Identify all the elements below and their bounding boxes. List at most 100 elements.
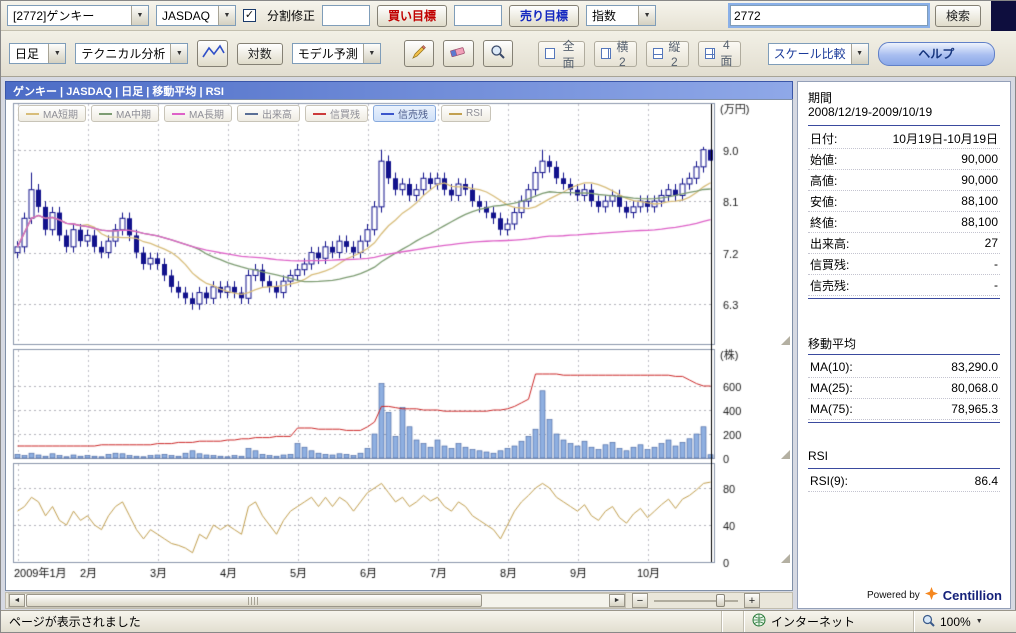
zoom-out-button[interactable]: − (632, 593, 648, 608)
scroll-right-icon[interactable]: ► (609, 594, 625, 607)
zoom-slider-thumb[interactable] (716, 594, 725, 607)
status-zoom-control[interactable]: 100% ▼ (913, 611, 1016, 632)
status-spacer (721, 611, 743, 632)
legend-label: 信売残 (398, 106, 428, 121)
row-value: - (994, 257, 998, 271)
chevron-down-icon[interactable]: ▼ (218, 6, 235, 25)
volume-bars-icon (245, 113, 258, 115)
index-combo[interactable]: 指数 ▼ (586, 5, 656, 26)
layout-vertical2-label: 縦2 (667, 38, 681, 69)
brand-name: Centillion (943, 588, 1002, 603)
pencil-icon (411, 44, 427, 63)
scroll-left-icon[interactable]: ◄ (9, 594, 25, 607)
pane-resize-handle[interactable] (781, 336, 790, 345)
pane-resize-handle[interactable] (781, 450, 790, 459)
zoom-tool-button[interactable] (483, 40, 513, 67)
ma-long-line-icon (172, 113, 185, 115)
eraser-icon (449, 45, 467, 62)
legend-label: 信買残 (330, 106, 360, 121)
sell-target-input[interactable] (454, 5, 502, 26)
layout-full-button[interactable]: 全面 (538, 41, 584, 67)
chevron-down-icon[interactable]: ▼ (131, 6, 148, 25)
buy-target-button[interactable]: 買い目標 (377, 5, 447, 27)
legend-label: MA長期 (189, 106, 224, 121)
code-input[interactable] (730, 5, 928, 26)
row-value: 86.4 (975, 474, 998, 488)
rsi-row-9: RSI(9): 86.4 (808, 471, 1000, 492)
row-label: 高値: (810, 172, 837, 189)
quote-sidebar: 期間 2008/12/19-2009/10/19 日付: 10月19日-10月1… (797, 81, 1011, 609)
divider (808, 125, 1000, 126)
scrollbar-thumb[interactable] (26, 594, 482, 607)
legend-volume-button[interactable]: 出来高 (237, 105, 300, 122)
ma-section-title: 移動平均 (808, 335, 1000, 352)
chart-panel: ゲンキー | JASDAQ | 日足 | 移動平均 | RSI MA短期 MA中… (5, 81, 793, 609)
chevron-down-icon[interactable]: ▼ (638, 6, 655, 25)
row-label: 始値: (810, 151, 837, 168)
sell-target-button[interactable]: 売り目標 (509, 5, 579, 27)
chart-canvas[interactable] (8, 100, 778, 586)
symbol-combo-value: [2772]ゲンキー (8, 6, 131, 25)
status-zoom-value: 100% (940, 615, 971, 629)
model-forecast-combo[interactable]: モデル予測 ▼ (292, 43, 381, 64)
chevron-down-icon[interactable]: ▼ (170, 44, 187, 63)
toolbar-tools: 日足 ▼ テクニカル分析 ▼ 対数 モデル予測 ▼ (1, 31, 1016, 77)
layout-vertical2-button[interactable]: 縦2 (646, 41, 689, 67)
chevron-down-icon[interactable]: ▼ (363, 44, 380, 63)
zoom-magnifier-icon (922, 614, 935, 630)
row-label: 安値: (810, 193, 837, 210)
period-value: 2008/12/19-2009/10/19 (808, 105, 1000, 123)
scale-compare-combo[interactable]: スケール比較 ▼ (768, 43, 869, 65)
centillion-logo-icon (925, 587, 938, 603)
pane-resize-handle[interactable] (781, 554, 790, 563)
scrollbar-track[interactable] (25, 594, 609, 607)
chevron-down-icon[interactable]: ▼ (976, 618, 983, 625)
horizontal-scrollbar[interactable]: ◄ ► (8, 593, 626, 608)
row-label: RSI(9): (810, 474, 848, 488)
market-combo[interactable]: JASDAQ ▼ (156, 5, 236, 26)
eraser-button[interactable] (443, 40, 473, 67)
technical-combo[interactable]: テクニカル分析 ▼ (75, 43, 188, 64)
scrollbar-grip (248, 597, 259, 605)
symbol-combo[interactable]: [2772]ゲンキー ▼ (7, 5, 149, 26)
layout-horizontal2-button[interactable]: 横2 (594, 41, 637, 67)
legend-margin-buy-button[interactable]: 信買残 (305, 105, 368, 122)
legend-margin-sell-button[interactable]: 信売残 (373, 105, 436, 122)
split-adjust-checkbox[interactable]: ✓ (243, 9, 256, 22)
chart-titlebar: ゲンキー | JASDAQ | 日足 | 移動平均 | RSI (5, 81, 793, 99)
search-button[interactable]: 検索 (935, 5, 981, 27)
row-value: 88,100 (961, 215, 998, 229)
buy-target-input[interactable] (322, 5, 370, 26)
line-chart-tool-button[interactable] (197, 40, 227, 67)
legend-ma-long-button[interactable]: MA長期 (164, 105, 232, 122)
quote-row-high: 高値: 90,000 (808, 170, 1000, 191)
row-label: 信売残: (810, 277, 849, 294)
legend-ma-mid-button[interactable]: MA中期 (91, 105, 159, 122)
ma-row-25: MA(25): 80,068.0 (808, 378, 1000, 399)
legend-ma-short-button[interactable]: MA短期 (18, 105, 86, 122)
margin-buy-line-icon (313, 113, 326, 115)
zoom-in-button[interactable]: + (744, 593, 760, 608)
chevron-down-icon[interactable]: ▼ (48, 44, 65, 63)
help-button[interactable]: ヘルプ (878, 42, 995, 66)
layout-quad-button[interactable]: 4面 (698, 41, 741, 67)
layout-horizontal2-icon (601, 48, 612, 59)
legend-rsi-button[interactable]: RSI (441, 105, 491, 122)
draw-pencil-button[interactable] (404, 40, 434, 67)
chevron-down-icon[interactable]: ▼ (851, 44, 868, 64)
row-value: 90,000 (961, 173, 998, 187)
legend-label: RSI (466, 108, 483, 119)
layout-horizontal2-label: 横2 (615, 38, 629, 69)
period-combo[interactable]: 日足 ▼ (9, 43, 66, 64)
app-window: { "toolbar_top": { "symbol_combo": "[277… (0, 0, 1016, 633)
zoom-slider[interactable] (654, 593, 738, 608)
ma-mid-line-icon (99, 113, 112, 115)
quote-row-open: 始値: 90,000 (808, 149, 1000, 170)
quote-row-volume: 出来高: 27 (808, 233, 1000, 254)
row-label: 出来高: (810, 235, 849, 252)
quote-row-low: 安値: 88,100 (808, 191, 1000, 212)
layout-full-icon (545, 48, 555, 59)
quote-row-margin-sell: 信売残: - (808, 275, 1000, 296)
log-scale-button[interactable]: 対数 (237, 43, 283, 65)
legend-label: 出来高 (262, 106, 292, 121)
